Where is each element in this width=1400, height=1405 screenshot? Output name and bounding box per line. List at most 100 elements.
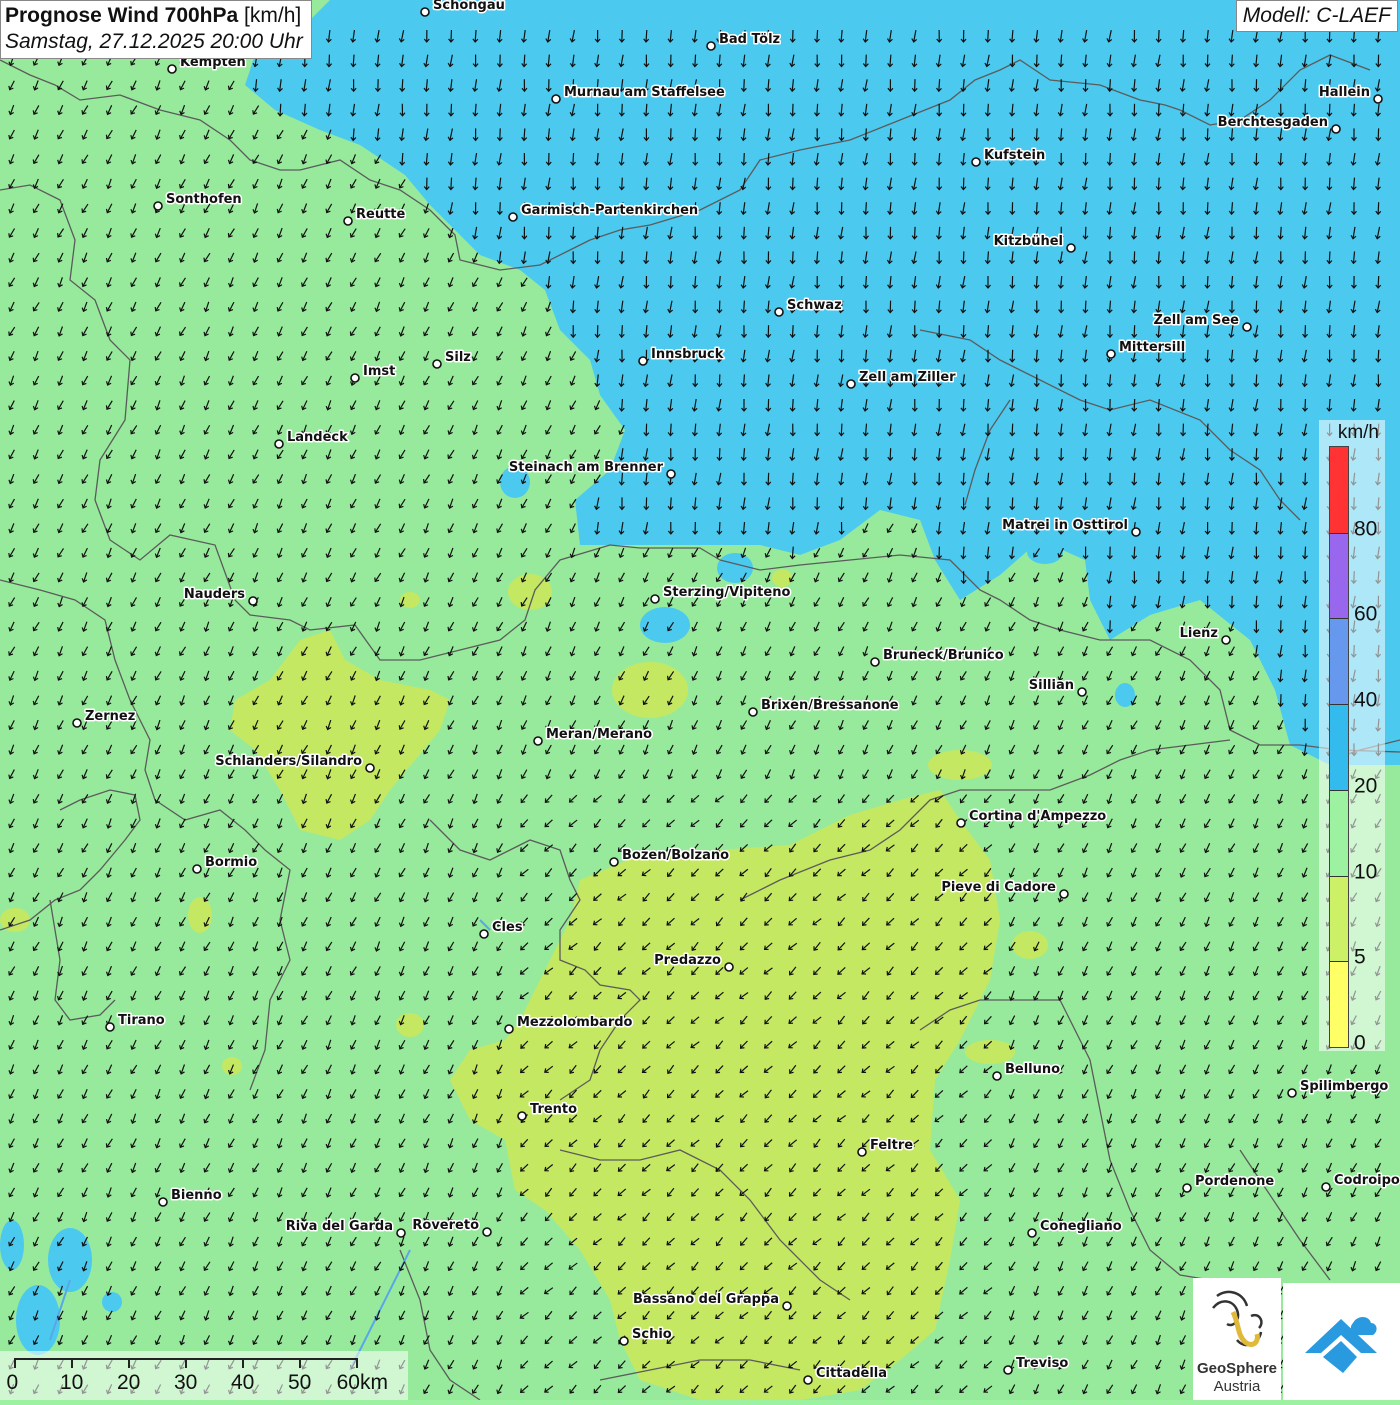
city-label: Matrei in Osttirol [1002,518,1128,533]
legend-band [1330,790,1348,876]
legend-color-bar [1329,446,1349,1048]
city-dot[interactable] [1288,1089,1296,1097]
city-label: Belluno [1005,1062,1060,1077]
city-dot[interactable] [421,8,429,16]
city-label: Riva del Garda [286,1219,393,1234]
city-dot[interactable] [639,357,647,365]
city-dot[interactable] [483,1228,491,1236]
city-label: Schlanders/Silandro [215,754,362,769]
city-dot[interactable] [620,1337,628,1345]
city-dot[interactable] [1060,890,1068,898]
city-label: Spilimbergo [1300,1079,1388,1094]
geosphere-logo[interactable]: GeoSphere Austria [1193,1278,1281,1400]
city-dot[interactable] [193,865,201,873]
city-dot[interactable] [509,213,517,221]
city-label: Sillian [1029,678,1074,693]
city-dot[interactable] [106,1023,114,1031]
city-dot[interactable] [871,658,879,666]
city-dot[interactable] [433,360,441,368]
app-logo[interactable] [1283,1283,1400,1400]
scale-label: 10 [60,1371,83,1395]
city-dot[interactable] [168,65,176,73]
city-dot[interactable] [707,42,715,50]
legend-band [1330,876,1348,962]
legend-band [1330,618,1348,704]
city-dot[interactable] [1028,1229,1036,1237]
city-dot[interactable] [518,1112,526,1120]
legend-tick-label: 80 [1354,517,1377,541]
city-dot[interactable] [804,1376,812,1384]
city-dot[interactable] [725,963,733,971]
city-label: Bassano del Grappa [633,1292,779,1307]
city-dot[interactable] [610,858,618,866]
logo-text-line2: Austria [1193,1378,1281,1395]
city-dot[interactable] [366,764,374,772]
city-label: Murnau am Staffelsee [564,85,725,100]
city-dot[interactable] [1067,244,1075,252]
city-label: Brixen/Bressanone [761,698,899,713]
city-dot[interactable] [351,374,359,382]
city-label: Bad Tölz [719,32,780,47]
city-dot[interactable] [1222,636,1230,644]
city-label: Steinach am Brenner [509,460,664,475]
city-dot[interactable] [775,308,783,316]
city-label: Landeck [287,430,348,445]
city-dot[interactable] [552,95,560,103]
city-dot[interactable] [1374,95,1382,103]
city-dot[interactable] [73,719,81,727]
forecast-datetime: Samstag, 27.12.2025 20:00 Uhr [5,30,303,54]
city-dot[interactable] [480,930,488,938]
city-dot[interactable] [1183,1184,1191,1192]
city-dot[interactable] [505,1025,513,1033]
city-dot[interactable] [275,440,283,448]
city-label: Tirano [118,1013,165,1028]
city-label: Bruneck/Brunico [883,648,1004,663]
city-dot[interactable] [651,595,659,603]
city-dot[interactable] [534,737,542,745]
city-dot[interactable] [972,158,980,166]
city-dot[interactable] [783,1302,791,1310]
city-label: Cortina d'Ampezzo [969,809,1106,824]
city-dot[interactable] [344,217,352,225]
scale-tick [128,1358,130,1368]
scale-label: 50 [288,1371,311,1395]
city-dot[interactable] [1243,323,1251,331]
legend-band [1330,704,1348,790]
city-dot[interactable] [749,708,757,716]
city-dot[interactable] [1332,125,1340,133]
city-label: Sterzing/Vipiteno [663,585,790,600]
city-dot[interactable] [154,202,162,210]
wind-map[interactable]: SchongauBad TölzKemptenMurnau am Staffel… [0,0,1400,1400]
distance-scale-bar: 0102030405060km [0,1351,408,1400]
city-label: Pordenone [1195,1174,1274,1189]
city-label: Kitzbühel [994,234,1063,249]
scale-tick [356,1358,358,1368]
city-label: Meran/Merano [546,727,652,742]
city-dot[interactable] [249,597,257,605]
city-dot[interactable] [847,380,855,388]
city-dot[interactable] [159,1198,167,1206]
city-label: Feltre [870,1138,913,1153]
city-dot[interactable] [397,1229,405,1237]
city-dot[interactable] [1004,1366,1012,1374]
city-label: Schwaz [787,298,842,313]
city-label: Codroipo [1334,1173,1400,1188]
legend-unit: km/h [1319,422,1379,444]
legend-tick-label: 0 [1354,1032,1366,1056]
city-dot[interactable] [858,1148,866,1156]
map-title-bold: Prognose Wind 700hPa [5,4,238,27]
scale-tick [14,1358,16,1368]
city-dot[interactable] [957,819,965,827]
city-dot[interactable] [993,1072,1001,1080]
map-canvas: SchongauBad TölzKemptenMurnau am Staffel… [0,0,1400,1400]
city-label: Cles [492,920,523,935]
legend-tick-label: 40 [1354,689,1377,713]
city-dot[interactable] [1132,528,1140,536]
city-label: Zell am See [1153,313,1239,328]
city-label: Rovereto [412,1218,479,1233]
city-dot[interactable] [667,470,675,478]
city-dot[interactable] [1078,688,1086,696]
cloud-arrow-icon [1283,1283,1400,1400]
city-dot[interactable] [1107,350,1115,358]
city-dot[interactable] [1322,1183,1330,1191]
